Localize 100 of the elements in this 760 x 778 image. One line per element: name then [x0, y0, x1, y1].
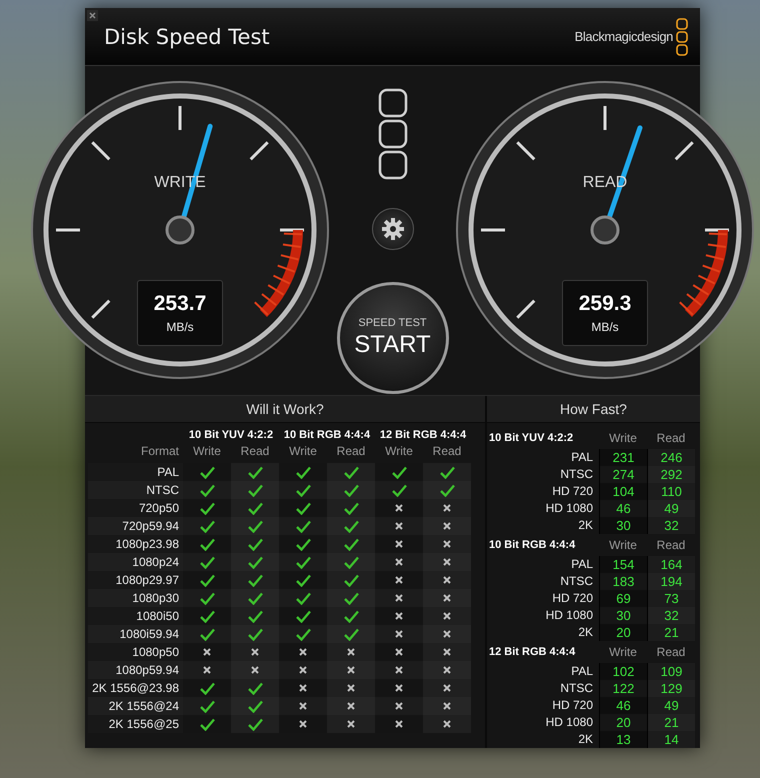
format-cell-text: HD 720: [551, 590, 594, 607]
speed-value: 259.3: [578, 292, 632, 316]
speed-cell: 110: [647, 483, 695, 500]
format-cell-text: PAL: [570, 663, 594, 680]
check-icon: [296, 628, 310, 640]
speed-cell: 20: [599, 624, 647, 641]
logo-icon: [378, 88, 408, 180]
format-cell-text: 2K: [577, 731, 594, 748]
cross-icon: [443, 612, 451, 620]
column-header: Read: [336, 444, 366, 458]
column-group-header: 10 Bit YUV 4:2:2: [188, 429, 274, 441]
logo-icon: [676, 18, 688, 56]
speed-cell: 246: [647, 449, 695, 466]
settings-button[interactable]: [372, 208, 414, 250]
format-cell: 1080p59.94: [88, 661, 183, 679]
group-header: 10 Bit RGB 4:4:4: [489, 538, 576, 553]
column-header: Read: [656, 537, 686, 554]
cross-icon: [347, 648, 355, 656]
cross-icon: [443, 666, 451, 674]
column-group-header: 12 Bit RGB 4:4:4: [378, 429, 468, 441]
cross-icon: [395, 702, 403, 710]
format-cell: 1080p30: [88, 589, 183, 607]
check-icon: [248, 556, 262, 568]
column-header: Format: [140, 444, 180, 458]
format-cell: 1080p24: [88, 553, 183, 571]
speed-cell: 104: [599, 483, 647, 500]
cross-icon: [443, 594, 451, 602]
cross-icon: [443, 540, 451, 548]
check-icon: [248, 484, 262, 496]
format-cell-text: NTSC: [559, 680, 594, 697]
check-icon: [200, 718, 214, 730]
settings-icon: [380, 217, 404, 242]
start-button[interactable]: SPEED TEST START: [336, 282, 448, 394]
cross-icon: [395, 684, 403, 692]
check-icon: [344, 484, 358, 496]
format-cell: NTSC: [88, 481, 183, 499]
check-icon: [440, 484, 454, 496]
check-icon: [248, 610, 262, 622]
cross-icon: [395, 630, 403, 638]
speed-unit: MB/s: [591, 320, 619, 334]
check-icon: [200, 700, 214, 712]
format-cell: 1080i59.94: [88, 625, 183, 643]
speed-cell: 194: [647, 573, 695, 590]
group-header: 10 Bit YUV 4:2:2: [489, 431, 574, 446]
cross-icon: [443, 702, 451, 710]
section-header: How Fast?: [487, 396, 700, 423]
check-icon: [344, 592, 358, 604]
cross-icon: [395, 576, 403, 584]
speed-cell: 14: [647, 731, 695, 748]
close-icon: [89, 12, 96, 19]
format-cell-text: PAL: [570, 556, 594, 573]
check-icon: [344, 502, 358, 514]
check-icon: [344, 466, 358, 478]
section-header: Will it Work?: [85, 396, 485, 423]
cross-icon: [395, 558, 403, 566]
speed-cell: 13: [599, 731, 647, 748]
check-icon: [296, 502, 310, 514]
check-icon: [200, 610, 214, 622]
check-icon: [200, 520, 214, 532]
column-header: Write: [384, 444, 414, 458]
check-icon: [248, 628, 262, 640]
cross-icon: [395, 504, 403, 512]
column-header: Write: [288, 444, 318, 458]
close-button[interactable]: [87, 10, 98, 21]
check-icon: [296, 520, 310, 532]
check-icon: [200, 556, 214, 568]
check-icon: [296, 556, 310, 568]
check-icon: [200, 628, 214, 640]
speed-cell: 109: [647, 663, 695, 680]
check-icon: [200, 592, 214, 604]
check-icon: [344, 610, 358, 622]
column-header: Read: [656, 644, 686, 661]
speed-cell: 21: [647, 714, 695, 731]
check-icon: [248, 700, 262, 712]
cross-icon: [299, 684, 307, 692]
speed-value: 253.7: [154, 292, 206, 316]
column-header: Write: [192, 444, 222, 458]
speed-cell: 73: [647, 590, 695, 607]
cross-icon: [443, 720, 451, 728]
format-cell-text: PAL: [570, 449, 594, 466]
check-icon: [344, 556, 358, 568]
cross-icon: [395, 612, 403, 620]
check-icon: [248, 502, 262, 514]
check-icon: [248, 592, 262, 604]
column-header: Read: [656, 430, 686, 447]
check-icon: [200, 502, 214, 514]
cross-icon: [395, 594, 403, 602]
format-cell-text: 2K: [577, 517, 594, 534]
check-icon: [296, 466, 310, 478]
check-icon: [248, 682, 262, 694]
format-cell-text: HD 720: [551, 697, 594, 714]
check-icon: [296, 574, 310, 586]
check-icon: [344, 538, 358, 550]
format-cell-text: NTSC: [559, 573, 594, 590]
speed-cell: 49: [647, 500, 695, 517]
cross-icon: [203, 648, 211, 656]
check-icon: [344, 520, 358, 532]
check-icon: [248, 520, 262, 532]
cross-icon: [395, 720, 403, 728]
format-cell-text: HD 720: [551, 483, 594, 500]
